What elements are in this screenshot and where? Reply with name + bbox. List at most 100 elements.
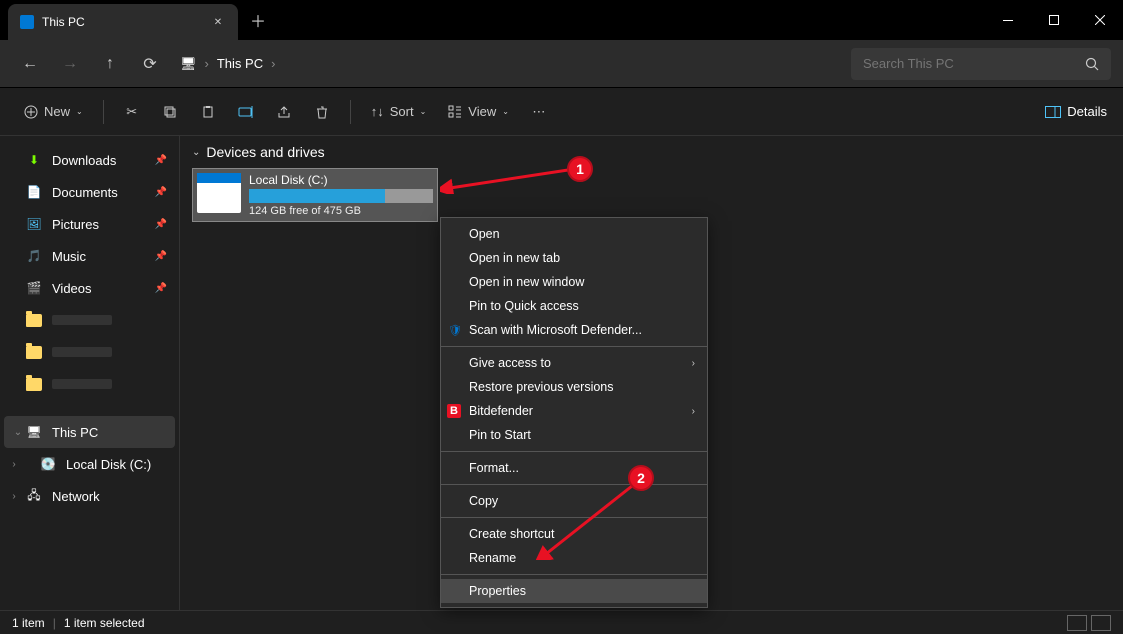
pin-icon: 📌: [155, 187, 167, 198]
sidebar-item-local-disk-c-[interactable]: ›💽Local Disk (C:): [0, 448, 179, 480]
view-mode-switcher: [1067, 615, 1111, 631]
details-pane-button[interactable]: Details: [1045, 104, 1107, 119]
ctx-item-label: Pin to Quick access: [469, 299, 579, 313]
ctx-pin-to-start[interactable]: Pin to Start: [441, 423, 707, 447]
chevron-right-icon: ›: [692, 358, 695, 369]
copy-button[interactable]: [154, 96, 186, 128]
scissors-icon: ✂: [126, 104, 137, 120]
tree-icon: 🖥: [26, 424, 42, 440]
drive-local-disk-c[interactable]: Local Disk (C:) 124 GB free of 475 GB: [192, 168, 438, 222]
chevron-down-icon: ⌄: [502, 107, 509, 116]
annotation-badge-1: 1: [567, 156, 593, 182]
share-button[interactable]: [268, 96, 300, 128]
ctx-item-label: Open in new tab: [469, 251, 560, 265]
up-button[interactable]: ↑: [92, 46, 128, 82]
sidebar-item-folder[interactable]: [0, 336, 179, 368]
sidebar: ⬇Downloads📌📄Documents📌🖼Pictures📌🎵Music📌🎬…: [0, 136, 180, 610]
pin-icon: 📌: [155, 219, 167, 230]
sidebar-item-network[interactable]: ›🖧Network: [0, 480, 179, 512]
sidebar-item-folder[interactable]: [0, 304, 179, 336]
toolbar: New ⌄ ✂ ↑↓ Sort ⌄ View ⌄ ⋯ Details: [0, 88, 1123, 136]
ctx-item-label: Scan with Microsoft Defender...: [469, 323, 642, 337]
sidebar-item-label: Documents: [52, 185, 118, 200]
tab-this-pc[interactable]: This PC ✕: [8, 4, 238, 40]
ctx-format-[interactable]: Format...: [441, 456, 707, 480]
forward-button[interactable]: →: [52, 46, 88, 82]
new-tab-button[interactable]: ＋: [242, 4, 274, 36]
trash-icon: [315, 105, 329, 119]
ctx-item-label: Open: [469, 227, 500, 241]
ctx-item-label: Bitdefender: [469, 404, 533, 418]
sidebar-item-pictures[interactable]: 🖼Pictures📌: [0, 208, 179, 240]
sidebar-item-this-pc[interactable]: ⌄🖥 This PC: [4, 416, 175, 448]
cut-button[interactable]: ✂: [116, 96, 148, 128]
sidebar-item-label: This PC: [52, 425, 98, 440]
ctx-item-label: Format...: [469, 461, 519, 475]
maximize-button[interactable]: [1031, 0, 1077, 40]
annotation-badge-2: 2: [628, 465, 654, 491]
new-button[interactable]: New ⌄: [16, 96, 91, 128]
sidebar-item-label: Pictures: [52, 217, 99, 232]
ctx-restore-previous-versions[interactable]: Restore previous versions: [441, 375, 707, 399]
delete-button[interactable]: [306, 96, 338, 128]
ctx-pin-to-quick-access[interactable]: Pin to Quick access: [441, 294, 707, 318]
drive-icon: [197, 173, 241, 213]
ctx-bitdefender[interactable]: B Bitdefender ›: [441, 399, 707, 423]
rename-button[interactable]: [230, 96, 262, 128]
ctx-scan-with-microsoft-defender-[interactable]: 🛡Scan with Microsoft Defender...: [441, 318, 707, 342]
chevron-down-icon: ⌄: [76, 107, 83, 116]
search-box[interactable]: [851, 48, 1111, 80]
drive-free-text: 124 GB free of 475 GB: [249, 205, 433, 217]
paste-button[interactable]: [192, 96, 224, 128]
pin-icon: 📌: [155, 155, 167, 166]
expand-chevron-icon[interactable]: ›: [8, 491, 20, 502]
back-button[interactable]: ←: [12, 46, 48, 82]
status-item-count: 1 item: [12, 616, 45, 630]
minimize-button[interactable]: [985, 0, 1031, 40]
sidebar-item-music[interactable]: 🎵Music📌: [0, 240, 179, 272]
tree-icon: 💽: [40, 456, 56, 472]
plus-circle-icon: [24, 105, 38, 119]
sidebar-item-videos[interactable]: 🎬Videos📌: [0, 272, 179, 304]
titlebar: This PC ✕ ＋: [0, 0, 1123, 40]
folder-icon: [26, 312, 42, 328]
pin-icon: 📌: [155, 283, 167, 294]
statusbar: 1 item | 1 item selected: [0, 610, 1123, 634]
ctx-open-in-new-tab[interactable]: Open in new tab: [441, 246, 707, 270]
view-thumbs-icon[interactable]: [1091, 615, 1111, 631]
ctx-item-icon: B: [447, 404, 461, 418]
breadcrumb-this-pc[interactable]: This PC: [217, 56, 263, 71]
expand-chevron-icon[interactable]: ›: [8, 459, 20, 470]
sidebar-item-folder[interactable]: [0, 368, 179, 400]
ctx-properties[interactable]: Properties: [441, 579, 707, 603]
sort-button[interactable]: ↑↓ Sort ⌄: [363, 96, 435, 128]
ctx-open[interactable]: Open: [441, 222, 707, 246]
expand-chevron-icon[interactable]: ⌄: [12, 427, 24, 438]
this-pc-icon: [20, 15, 34, 29]
section-header-devices[interactable]: ⌄ Devices and drives: [192, 144, 1111, 160]
sidebar-item-label: [52, 315, 112, 325]
ctx-item-label: Give access to: [469, 356, 551, 370]
ctx-give-access-to[interactable]: Give access to ›: [441, 351, 707, 375]
view-button[interactable]: View ⌄: [440, 96, 517, 128]
search-input[interactable]: [863, 56, 1085, 71]
ctx-open-in-new-window[interactable]: Open in new window: [441, 270, 707, 294]
annotation-arrow-2: [536, 482, 636, 560]
sidebar-item-documents[interactable]: 📄Documents📌: [0, 176, 179, 208]
refresh-button[interactable]: ⟳: [132, 46, 168, 82]
chevron-right-icon: ›: [692, 406, 695, 417]
status-selected-count: 1 item selected: [64, 616, 145, 630]
sidebar-item-downloads[interactable]: ⬇Downloads📌: [0, 144, 179, 176]
folder-icon: 🎵: [26, 248, 42, 264]
tab-close-button[interactable]: ✕: [210, 14, 226, 30]
ctx-item-label: Pin to Start: [469, 428, 531, 442]
monitor-icon: 🖥: [180, 56, 197, 72]
close-button[interactable]: [1077, 0, 1123, 40]
sidebar-item-label: Videos: [52, 281, 92, 296]
view-details-icon[interactable]: [1067, 615, 1087, 631]
address-bar[interactable]: 🖥 › This PC ›: [172, 56, 839, 72]
window-controls: [985, 0, 1123, 40]
more-button[interactable]: ⋯: [523, 96, 555, 128]
folder-icon: [26, 344, 42, 360]
ctx-item-label: Copy: [469, 494, 498, 508]
